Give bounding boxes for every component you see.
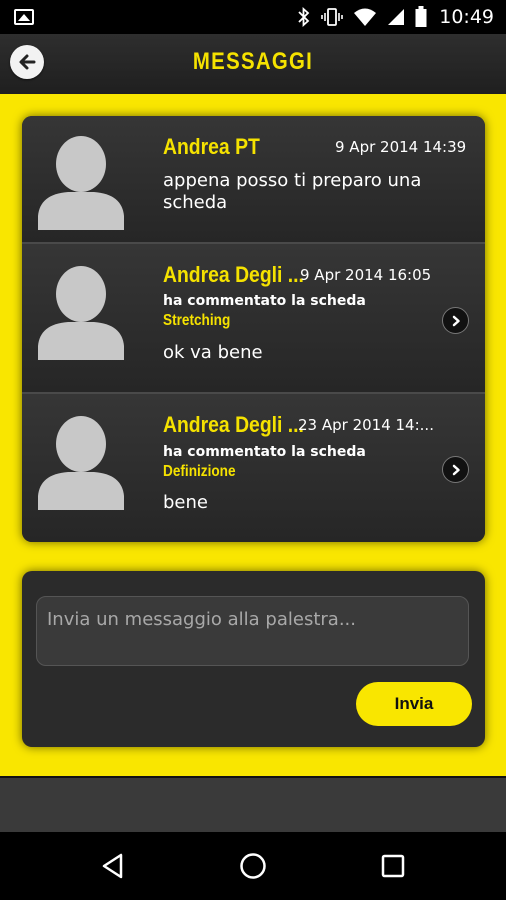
- status-time: 10:49: [439, 6, 494, 28]
- message-subtitle: ha commentato la scheda: [163, 293, 366, 309]
- nav-back-button[interactable]: [97, 850, 129, 882]
- wifi-icon: [354, 8, 377, 26]
- back-triangle-icon: [102, 853, 123, 879]
- message-subtitle: ha commentato la scheda: [163, 444, 366, 460]
- message-text: bene: [163, 492, 208, 513]
- open-scheda-button[interactable]: [442, 307, 469, 334]
- message-composer: Invia: [22, 571, 485, 747]
- scheda-link[interactable]: Stretching: [163, 312, 230, 330]
- open-scheda-button[interactable]: [442, 456, 469, 483]
- status-bar: 10:49: [0, 0, 506, 34]
- message-item[interactable]: Andrea Degli ... 23 Apr 2014 14:... ha c…: [22, 394, 485, 542]
- message-text: appena posso ti preparo una scheda: [163, 170, 422, 213]
- message-item[interactable]: Andrea PT 9 Apr 2014 14:39 appena posso …: [22, 116, 485, 244]
- nav-recents-button[interactable]: [377, 850, 409, 882]
- message-sender: Andrea PT: [163, 134, 260, 159]
- avatar: [38, 416, 124, 510]
- battery-icon: [415, 6, 427, 27]
- send-button[interactable]: Invia: [356, 682, 472, 726]
- status-icons: 10:49: [297, 0, 494, 34]
- message-text: ok va bene: [163, 342, 263, 363]
- signal-icon: [388, 9, 405, 25]
- message-sender: Andrea Degli ...: [163, 412, 304, 437]
- page-title: MESSAGGI: [192, 48, 314, 75]
- nav-home-button[interactable]: [237, 850, 269, 882]
- bluetooth-icon: [298, 7, 310, 27]
- home-circle-icon: [240, 853, 266, 879]
- avatar: [38, 266, 124, 360]
- avatar: [38, 136, 124, 230]
- message-date: 9 Apr 2014 14:39: [335, 138, 467, 156]
- bottom-strip: [0, 776, 506, 832]
- app-header: MESSAGGI: [0, 34, 506, 94]
- recents-square-icon: [381, 854, 405, 878]
- message-item[interactable]: Andrea Degli ... 9 Apr 2014 16:05 ha com…: [22, 244, 485, 394]
- arrow-left-icon: [19, 54, 36, 70]
- image-icon: [14, 9, 34, 25]
- message-date: 23 Apr 2014 14:...: [298, 416, 434, 434]
- vibrate-icon: [321, 8, 344, 26]
- system-nav-bar: [0, 832, 506, 900]
- message-input[interactable]: [36, 596, 469, 666]
- message-date: 9 Apr 2014 16:05: [300, 266, 432, 284]
- message-sender: Andrea Degli ...: [163, 262, 304, 287]
- chevron-right-icon: [452, 464, 460, 475]
- content-area: Andrea PT 9 Apr 2014 14:39 appena posso …: [0, 94, 506, 776]
- scheda-link[interactable]: Definizione: [163, 463, 236, 481]
- chevron-right-icon: [452, 315, 460, 326]
- messages-list: Andrea PT 9 Apr 2014 14:39 appena posso …: [22, 116, 485, 542]
